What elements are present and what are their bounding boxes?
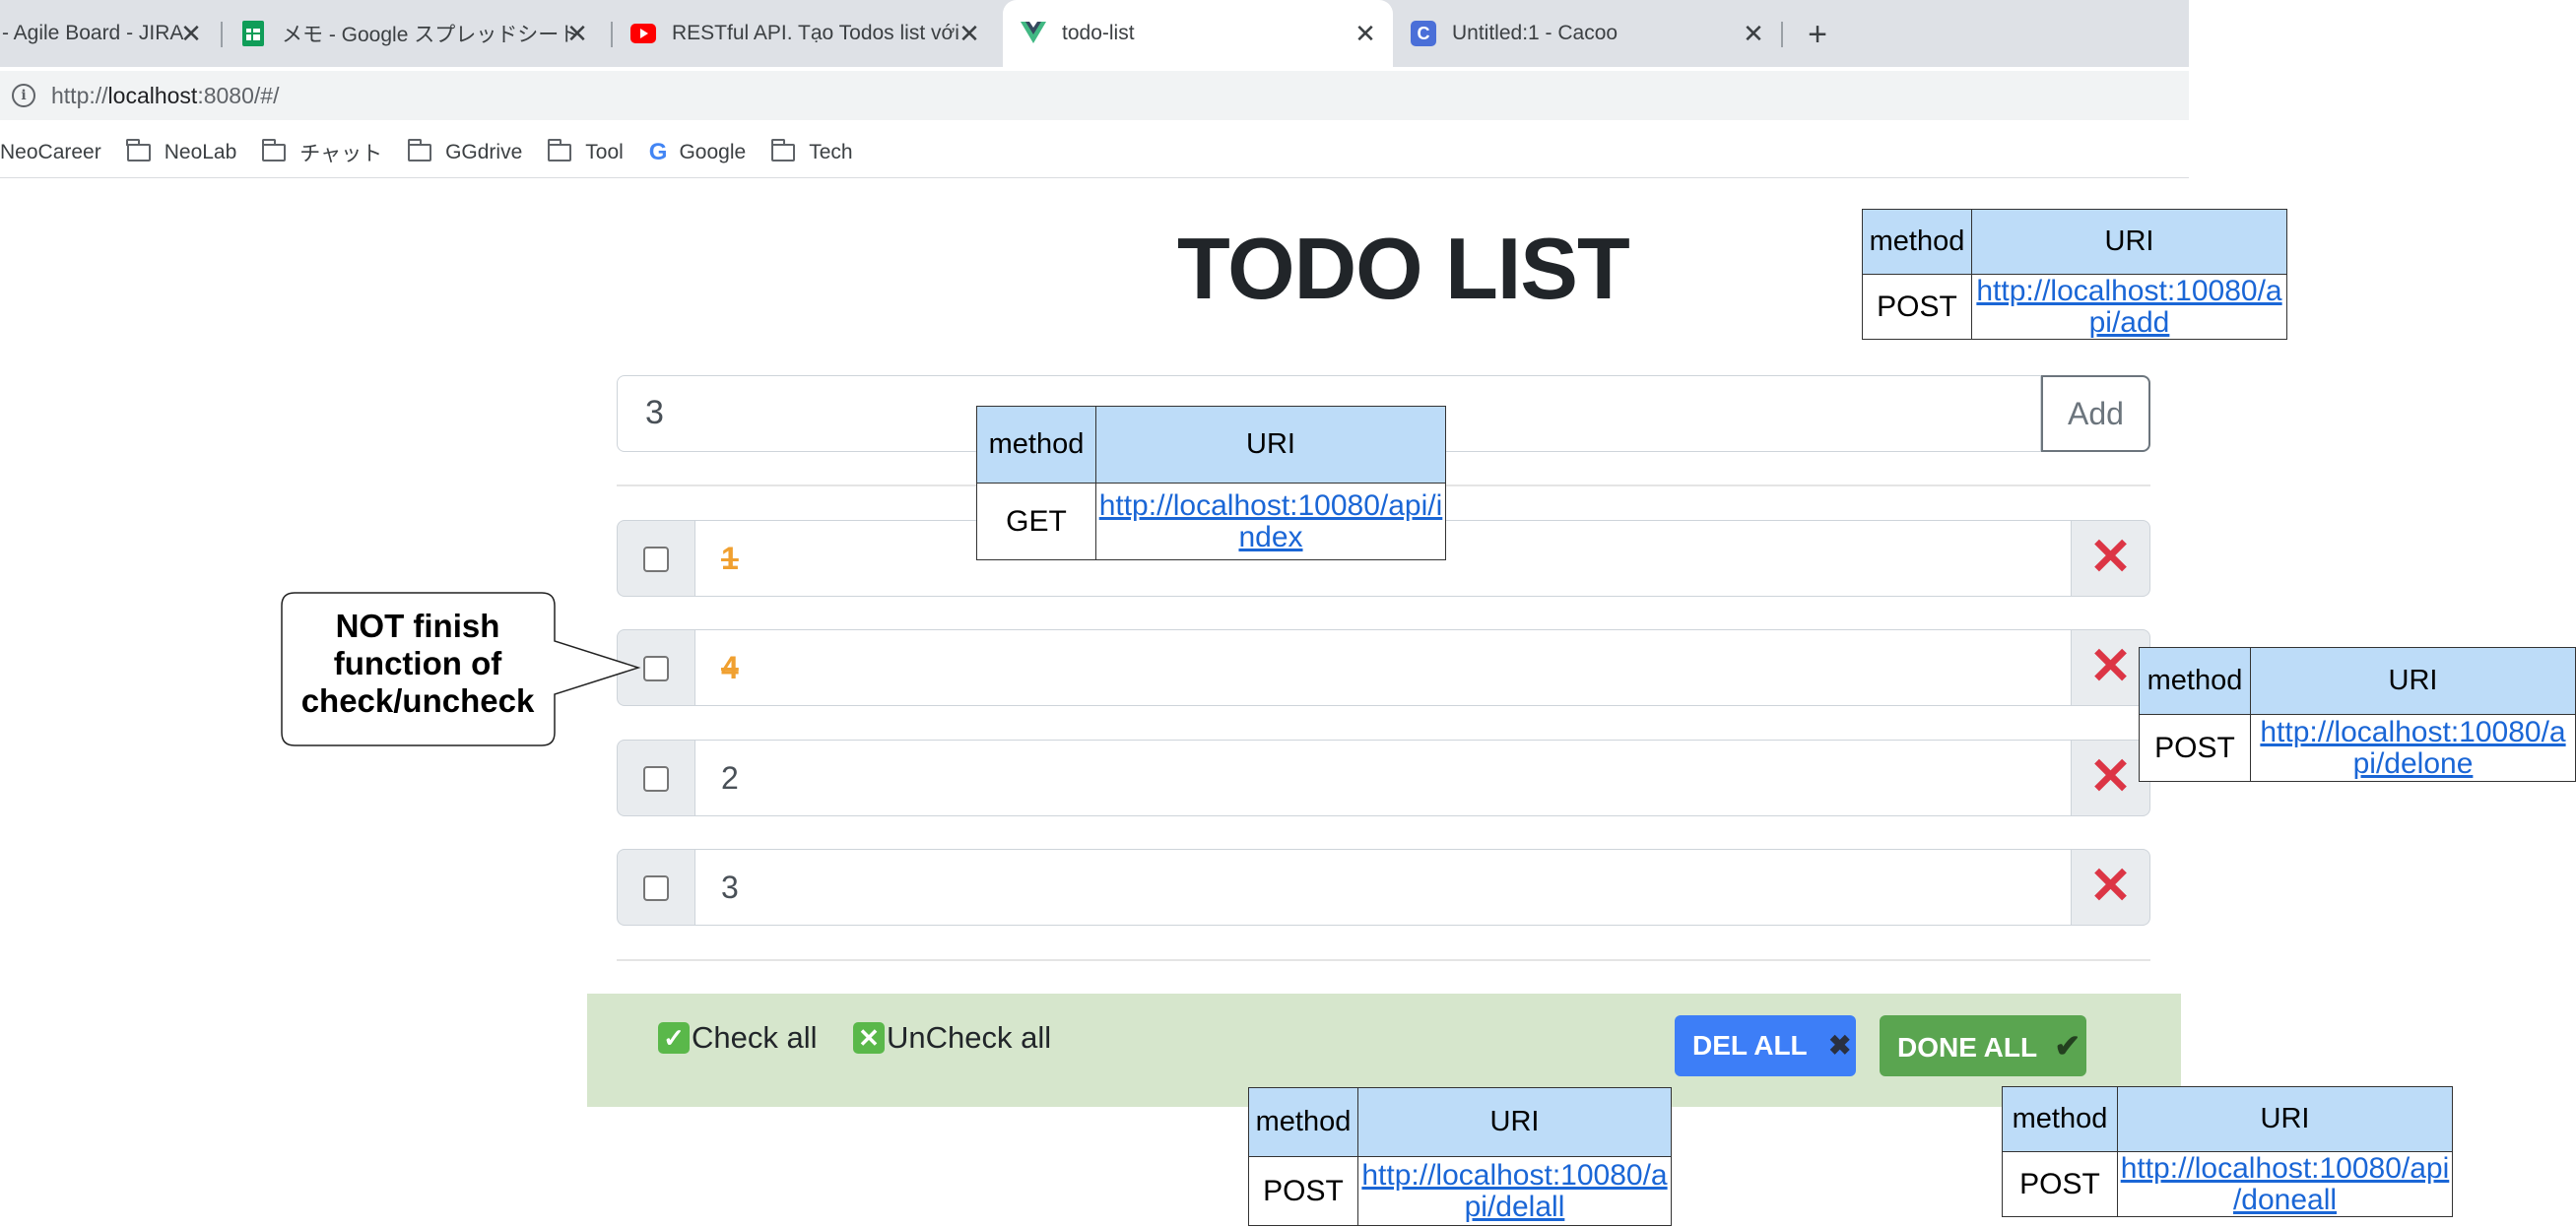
item-text: 3: [695, 849, 2071, 926]
uri-header: URI: [1971, 209, 2287, 275]
callout-note: NOT finish function of check/uncheck: [281, 592, 641, 746]
method-cell: POST: [2002, 1151, 2118, 1217]
todo-item: 2 ✕: [617, 740, 2150, 816]
bookmark-tech[interactable]: Tech: [770, 139, 853, 164]
delete-item-button[interactable]: ✕: [2071, 849, 2150, 926]
bookmark-ggdrive[interactable]: GGdrive: [407, 139, 522, 164]
close-icon[interactable]: ✕: [1740, 20, 1767, 47]
folder-icon: [770, 139, 796, 161]
bookmark-chat[interactable]: チャット: [261, 138, 382, 167]
info-icon[interactable]: i: [12, 84, 35, 107]
bookmark-tool[interactable]: Tool: [547, 139, 624, 164]
tab-label: メモ - Google スプレッドシート: [282, 24, 580, 46]
close-icon[interactable]: ✕: [1352, 20, 1379, 47]
bookmarks-bar: NeoCareer NeoLab チャット GGdrive Tool G Goog…: [0, 128, 2189, 178]
close-icon[interactable]: ✕: [177, 20, 205, 47]
youtube-icon: [630, 21, 656, 46]
check-box-icon: ✓: [658, 1022, 690, 1054]
close-icon[interactable]: ✕: [563, 20, 591, 47]
uri-link[interactable]: http://localhost:10080/a pi/delall: [1357, 1156, 1672, 1226]
address-bar[interactable]: i http://localhost:8080/#/: [0, 71, 2189, 120]
tab-youtube[interactable]: RESTful API. Tạo Todos list với ✕: [630, 0, 997, 67]
item-text: 2: [695, 740, 2071, 816]
google-icon: G: [648, 139, 668, 165]
todo-item: 3 ✕: [617, 849, 2150, 926]
method-header: method: [976, 406, 1096, 484]
method-cell: GET: [976, 483, 1096, 560]
item-checkbox-cell: [617, 520, 695, 597]
folder-icon: [261, 139, 287, 161]
method-header: method: [2002, 1086, 2118, 1152]
api-table-doneall: method URI POST http://localhost:10080/a…: [2002, 1086, 2453, 1217]
divider: [617, 959, 2150, 961]
item-checkbox[interactable]: [643, 656, 669, 681]
callout-text: NOT finish function of check/uncheck: [300, 608, 535, 719]
add-button[interactable]: Add: [2041, 375, 2150, 452]
item-checkbox-cell: [617, 740, 695, 816]
tab-separator: [1781, 22, 1783, 47]
vue-icon: [1021, 21, 1046, 46]
bookmark-neocareer[interactable]: NeoCareer: [0, 141, 101, 164]
item-text: 4: [695, 629, 2071, 706]
todo-item: 4 ✕: [617, 629, 2150, 706]
tab-jira[interactable]: - Agile Board - JIRA ✕: [0, 0, 219, 67]
close-icon[interactable]: ✕: [956, 20, 983, 47]
check-all-link[interactable]: ✓ Check all: [658, 1020, 818, 1056]
svg-text:C: C: [1418, 24, 1430, 43]
cross-box-icon: ✕: [853, 1022, 885, 1054]
api-table-delall: method URI POST http://localhost:10080/a…: [1248, 1087, 1672, 1226]
api-table-index: method URI GET http://localhost:10080/ap…: [976, 406, 1446, 560]
folder-icon: [547, 139, 572, 161]
folder-icon: [126, 139, 151, 161]
method-header: method: [2139, 647, 2251, 715]
method-cell: POST: [1862, 274, 1972, 340]
uri-header: URI: [2117, 1086, 2453, 1152]
api-table-add: method URI POST http://localhost:10080/a…: [1862, 209, 2287, 340]
item-checkbox-cell: [617, 849, 695, 926]
done-all-button[interactable]: DONE ALL ✔: [1880, 1015, 2086, 1076]
item-checkbox[interactable]: [643, 766, 669, 792]
uri-link[interactable]: http://localhost:10080/a pi/add: [1971, 274, 2287, 340]
tab-separator: [611, 22, 613, 47]
url-text: http://localhost:8080/#/: [51, 82, 280, 108]
google-sheets-icon: [240, 21, 266, 46]
tab-strip: - Agile Board - JIRA ✕ メモ - Google スプレッド…: [0, 0, 2189, 67]
item-checkbox[interactable]: [643, 875, 669, 901]
new-tab-button[interactable]: +: [1801, 18, 1834, 51]
close-icon: ✖: [1827, 1030, 1852, 1061]
tab-label: Untitled:1 - Cacoo: [1452, 22, 1618, 44]
method-header: method: [1862, 209, 1972, 275]
tab-cacoo[interactable]: C Untitled:1 - Cacoo ✕: [1411, 0, 1781, 67]
item-checkbox[interactable]: [643, 547, 669, 572]
tab-label: RESTful API. Tạo Todos list với: [672, 22, 959, 44]
bookmark-neolab[interactable]: NeoLab: [126, 139, 236, 164]
uncheck-all-link[interactable]: ✕ UnCheck all: [853, 1020, 1051, 1056]
uri-link[interactable]: http://localhost:10080/a pi/delone: [2250, 714, 2576, 782]
page-title: TODO LIST: [1177, 220, 1630, 317]
folder-icon: [407, 139, 432, 161]
del-all-button[interactable]: DEL ALL ✖: [1675, 1015, 1856, 1076]
tab-todo-list[interactable]: todo-list ✕: [1003, 0, 1393, 67]
method-cell: POST: [1248, 1156, 1358, 1226]
tab-label: todo-list: [1062, 22, 1135, 44]
tab-google-sheets[interactable]: メモ - Google スプレッドシート ✕: [240, 0, 605, 67]
method-header: method: [1248, 1087, 1358, 1157]
api-table-delone: method URI POST http://localhost:10080/a…: [2139, 647, 2576, 782]
uri-header: URI: [2250, 647, 2576, 715]
bookmark-google[interactable]: G Google: [649, 139, 746, 166]
uri-link[interactable]: http://localhost:10080/api/doneall: [2117, 1151, 2453, 1217]
checkmark-icon: ✔: [2054, 1028, 2081, 1064]
delete-item-button[interactable]: ✕: [2071, 520, 2150, 597]
method-cell: POST: [2139, 714, 2251, 782]
uri-link[interactable]: http://localhost:10080/api/i ndex: [1095, 483, 1446, 560]
uri-header: URI: [1095, 406, 1446, 484]
tab-separator: [221, 22, 223, 47]
cacoo-icon: C: [1411, 21, 1436, 46]
uri-header: URI: [1357, 1087, 1672, 1157]
